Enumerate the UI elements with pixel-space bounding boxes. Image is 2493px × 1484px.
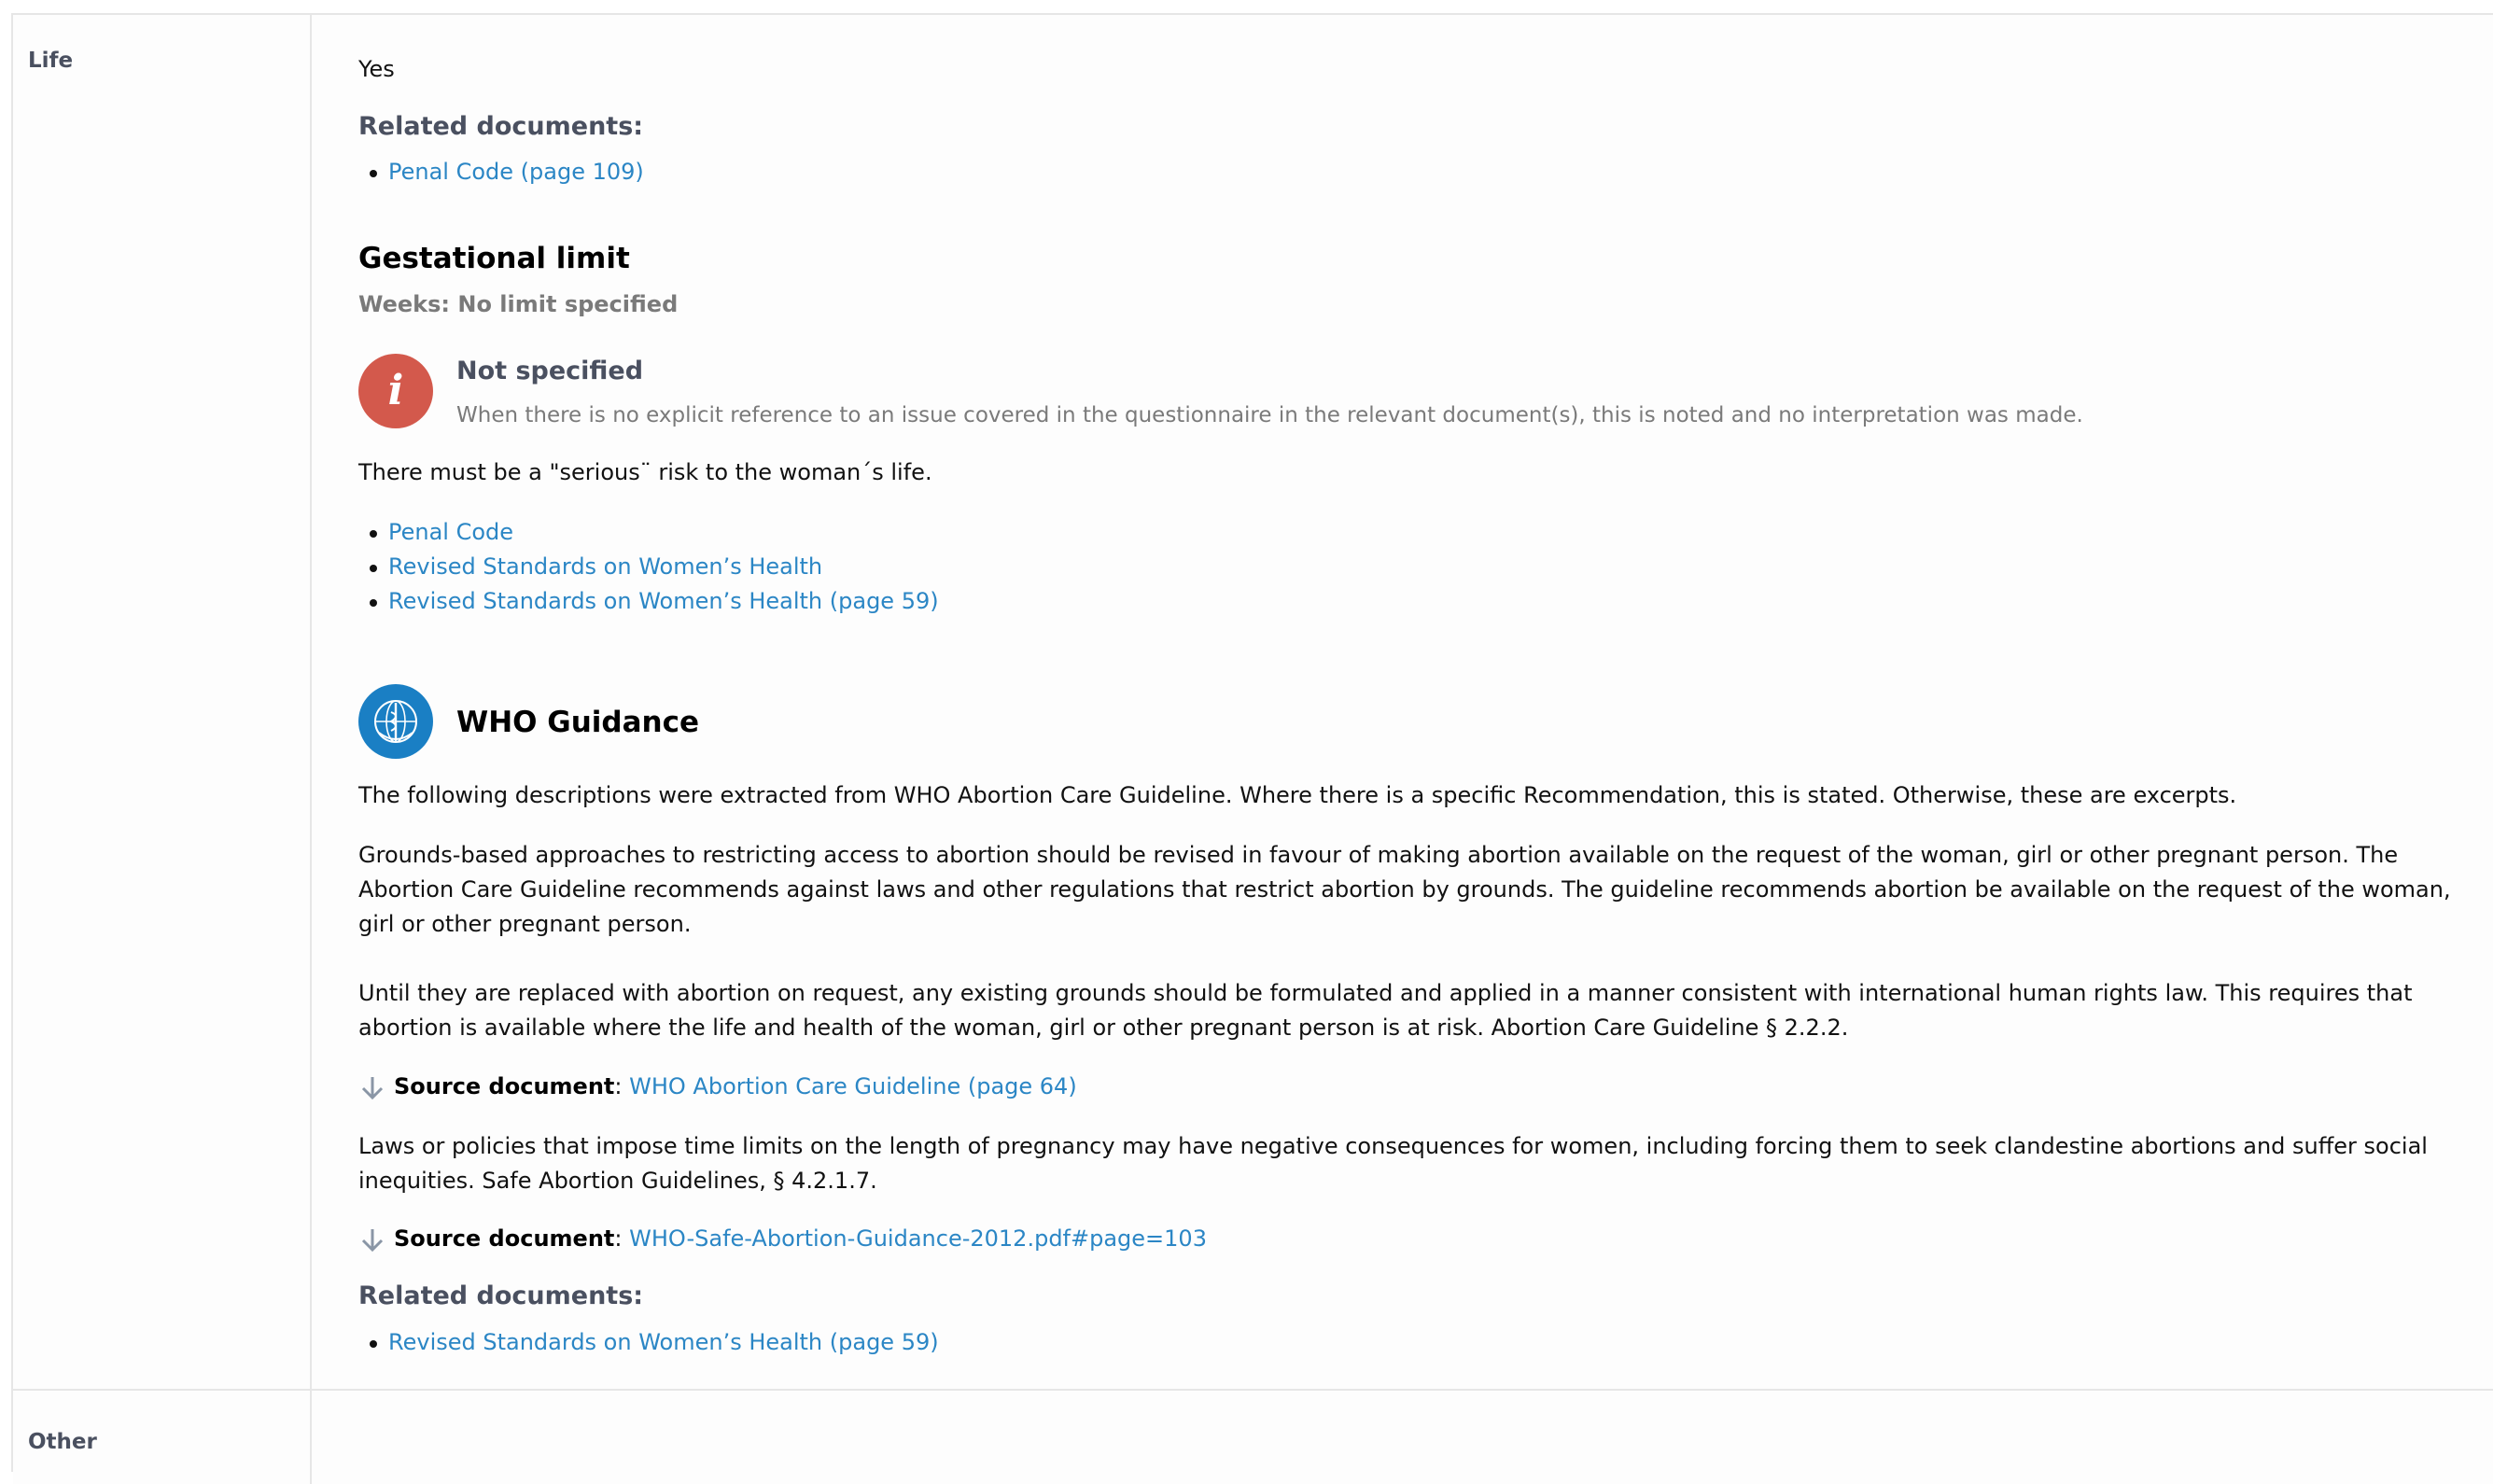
list-item: Revised Standards on Women’s Health: [358, 550, 939, 584]
related-documents-list: Revised Standards on Women’s Health (pag…: [358, 1325, 939, 1360]
gestational-note: There must be a "serious¨ risk to the wo…: [358, 459, 932, 485]
download-arrow-icon: [361, 1077, 384, 1100]
source-separator: :: [614, 1073, 623, 1099]
document-link[interactable]: Penal Code: [388, 519, 513, 545]
download-arrow-icon: [361, 1229, 384, 1253]
who-paragraph: Grounds-based approaches to restricting …: [358, 842, 2451, 937]
gestational-limit-heading: Gestational limit: [358, 242, 630, 275]
who-emblem-icon: [358, 684, 433, 759]
who-paragraph: Until they are replaced with abortion on…: [358, 980, 2413, 1041]
list-item: Revised Standards on Women’s Health (pag…: [358, 1325, 939, 1360]
document-link[interactable]: Revised Standards on Women’s Health (pag…: [388, 1329, 939, 1355]
who-guidance-heading: WHO Guidance: [456, 706, 700, 739]
row-other: Other: [13, 1391, 2493, 1484]
list-item: Penal Code: [358, 515, 939, 550]
related-documents-list: Penal Code (page 109): [358, 155, 644, 189]
source-document-link[interactable]: WHO-Safe-Abortion-Guidance-2012.pdf#page…: [629, 1225, 1207, 1252]
who-intro: The following descriptions were extracte…: [358, 782, 2237, 808]
row-content-cell: Yes Related documents: Penal Code (page …: [312, 15, 2493, 1389]
info-icon: i: [358, 354, 433, 428]
grounds-table: Life Yes Related documents: Penal Code (…: [11, 13, 2493, 1484]
related-documents-heading: Related documents:: [358, 112, 644, 141]
document-link[interactable]: Revised Standards on Women’s Health: [388, 553, 822, 580]
list-item: Penal Code (page 109): [358, 155, 644, 189]
source-label: Source document: [394, 1073, 615, 1099]
source-separator: :: [614, 1225, 623, 1252]
row-label-other: Other: [28, 1430, 97, 1454]
document-link[interactable]: Penal Code (page 109): [388, 159, 644, 185]
source-document-line: Source document: WHO-Safe-Abortion-Guida…: [358, 1222, 1207, 1256]
row-content-cell: [312, 1391, 2493, 1484]
row-label-cell: Life: [13, 15, 312, 1389]
document-link[interactable]: Revised Standards on Women’s Health (pag…: [388, 588, 939, 614]
source-document-link[interactable]: WHO Abortion Care Guideline (page 64): [629, 1073, 1077, 1099]
list-item: Revised Standards on Women’s Health (pag…: [358, 584, 939, 619]
row-life: Life Yes Related documents: Penal Code (…: [13, 15, 2493, 1391]
answer-value: Yes: [358, 56, 395, 82]
row-label-cell: Other: [13, 1391, 312, 1484]
notice-text: When there is no explicit reference to a…: [456, 403, 2083, 427]
notice-title: Not specified: [456, 357, 644, 385]
gestational-documents-list: Penal Code Revised Standards on Women’s …: [358, 515, 939, 619]
related-documents-heading: Related documents:: [358, 1281, 644, 1310]
source-document-line: Source document: WHO Abortion Care Guide…: [358, 1070, 1077, 1104]
gestational-weeks: Weeks: No limit specified: [358, 291, 679, 317]
who-paragraph: Laws or policies that impose time limits…: [358, 1133, 2428, 1194]
source-label: Source document: [394, 1225, 615, 1252]
row-label-life: Life: [28, 49, 74, 73]
